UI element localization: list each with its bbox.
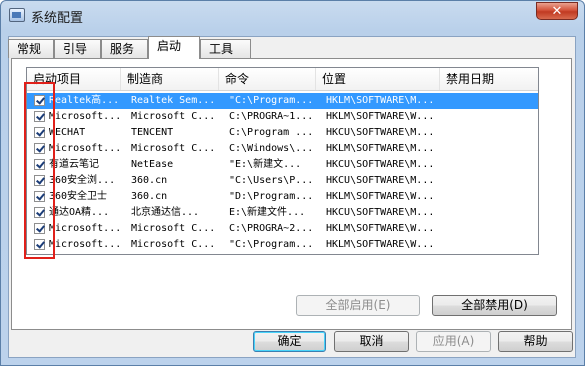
cell-startup-item: Microsoft... xyxy=(49,111,119,122)
cell-command: "E:\新建文... xyxy=(229,159,302,170)
list-header: 启动项目 制造商 命令 位置 禁用日期 xyxy=(27,68,538,91)
cell-manufacturer: 北京通达信... xyxy=(131,207,200,218)
msconfig-app-icon xyxy=(9,8,25,22)
table-row[interactable]: 有道云笔记 NetEase "E:\新建文... HKCU\SOFTWARE\M... xyxy=(27,157,538,173)
help-button[interactable]: 帮助 xyxy=(498,331,573,352)
table-row[interactable]: 360安全卫士 360.cn "D:\Program... HKLM\SOFTWARE… xyxy=(27,189,538,205)
cell-location: HKLM\SOFTWARE\W... xyxy=(326,111,435,122)
cell-manufacturer: Microsoft C... xyxy=(131,239,216,250)
cell-location: HKCU\SOFTWARE\M... xyxy=(326,159,435,170)
table-row[interactable]: Microsoft... Microsoft C... C:\PROGRA~1...… xyxy=(27,109,538,125)
title-bar[interactable]: 系统配置 ✕ xyxy=(1,1,584,29)
cell-date-disabled xyxy=(446,141,536,157)
table-row[interactable]: 通达OA精... 北京通达信... E:\新建文件... HKCU\SOFTWARE\… xyxy=(27,205,538,221)
cell-startup-item: 有道云笔记 xyxy=(49,159,99,170)
enable-all-button[interactable]: 全部启用(E) xyxy=(296,295,420,316)
tab-services[interactable]: 服务 xyxy=(101,39,148,58)
cell-startup-item: 360安全卫士 xyxy=(49,191,108,202)
cell-manufacturer: Microsoft C... xyxy=(131,223,216,234)
cell-date-disabled xyxy=(446,189,536,205)
cell-manufacturer: Realtek Sem... xyxy=(131,95,216,106)
table-row[interactable]: WECHAT TENCENT C:\Program ... HKCU\SOFTWARE… xyxy=(27,125,538,141)
checkbox-column-highlight xyxy=(24,82,55,259)
cell-command: E:\新建文件... xyxy=(229,207,306,218)
cell-command: C:\Windows\... xyxy=(229,143,314,154)
tab-tools[interactable]: 工具 xyxy=(200,39,251,58)
cell-command: "C:\Users\P... xyxy=(229,175,314,186)
cell-location: HKCU\SOFTWARE\M... xyxy=(326,207,435,218)
ok-button[interactable]: 确定 xyxy=(253,331,326,352)
cell-date-disabled xyxy=(446,125,536,141)
tab-startup[interactable]: 启动 xyxy=(148,36,200,59)
cell-location: HKCU\SOFTWARE\M... xyxy=(326,175,435,186)
cell-startup-item: Microsoft... xyxy=(49,143,119,154)
cell-startup-item: 通达OA精... xyxy=(49,207,110,218)
cell-location: HKLM\SOFTWARE\W... xyxy=(326,239,435,250)
window-title: 系统配置 xyxy=(31,11,84,26)
table-row[interactable]: Microsoft... Microsoft C... C:\PROGRA~2...… xyxy=(27,221,538,237)
cell-command: C:\Program ... xyxy=(229,127,314,138)
cell-command: "C:\Program... xyxy=(229,239,314,250)
cell-location: HKLM\SOFTWARE\W... xyxy=(326,223,435,234)
cell-date-disabled xyxy=(446,173,536,189)
cell-location: HKLM\SOFTWARE\M... xyxy=(326,95,435,106)
table-row[interactable]: 360安全浏... 360.cn "C:\Users\P... HKCU\SOFTWA… xyxy=(27,173,538,189)
cell-command: "D:\Program... xyxy=(229,191,314,202)
table-row[interactable]: Realtek高... Realtek Sem... "C:\Program... H… xyxy=(27,93,538,109)
cell-manufacturer: NetEase xyxy=(131,159,174,170)
apply-button[interactable]: 应用(A) xyxy=(416,331,491,352)
cell-location: HKCU\SOFTWARE\M... xyxy=(326,127,435,138)
cell-location: HKLM\SOFTWARE\M... xyxy=(326,143,435,154)
cell-location: HKLM\SOFTWARE\W... xyxy=(326,191,435,202)
column-header-manufacturer[interactable]: 制造商 xyxy=(121,68,219,90)
cell-startup-item: Realtek高... xyxy=(49,95,119,106)
cell-manufacturer: Microsoft C... xyxy=(131,143,216,154)
cell-manufacturer: Microsoft C... xyxy=(131,111,216,122)
cell-startup-item: 360安全浏... xyxy=(49,175,116,186)
cell-command: C:\PROGRA~1... xyxy=(229,111,314,122)
column-header-command[interactable]: 命令 xyxy=(219,68,316,90)
cell-date-disabled xyxy=(446,93,536,109)
tab-general[interactable]: 常规 xyxy=(8,39,54,58)
list-right-edge xyxy=(539,67,540,255)
table-row[interactable]: Microsoft... Microsoft C... C:\Windows\...… xyxy=(27,141,538,157)
cell-startup-item: Microsoft... xyxy=(49,239,119,250)
cell-manufacturer: 360.cn xyxy=(131,175,168,186)
tab-boot[interactable]: 引导 xyxy=(54,39,101,58)
cell-date-disabled xyxy=(446,237,536,253)
cell-command: "C:\Program... xyxy=(229,95,314,106)
startup-items-list[interactable]: 启动项目 制造商 命令 位置 禁用日期 Realtek高... Realtek S… xyxy=(26,67,539,255)
disable-all-button[interactable]: 全部禁用(D) xyxy=(432,295,557,316)
table-row[interactable]: Microsoft... Microsoft C... "C:\Program...… xyxy=(27,237,538,253)
cell-manufacturer: 360.cn xyxy=(131,191,168,202)
cell-startup-item: WECHAT xyxy=(49,127,86,138)
cell-startup-item: Microsoft... xyxy=(49,223,119,234)
cell-manufacturer: TENCENT xyxy=(131,127,174,138)
column-header-date-disabled[interactable]: 禁用日期 xyxy=(440,68,538,90)
cell-date-disabled xyxy=(446,221,536,237)
cell-date-disabled xyxy=(446,157,536,173)
cell-date-disabled xyxy=(446,205,536,221)
cancel-button[interactable]: 取消 xyxy=(334,331,409,352)
cell-date-disabled xyxy=(446,109,536,125)
close-button[interactable]: ✕ xyxy=(536,2,578,20)
column-header-location[interactable]: 位置 xyxy=(316,68,440,90)
cell-command: C:\PROGRA~2... xyxy=(229,223,314,234)
